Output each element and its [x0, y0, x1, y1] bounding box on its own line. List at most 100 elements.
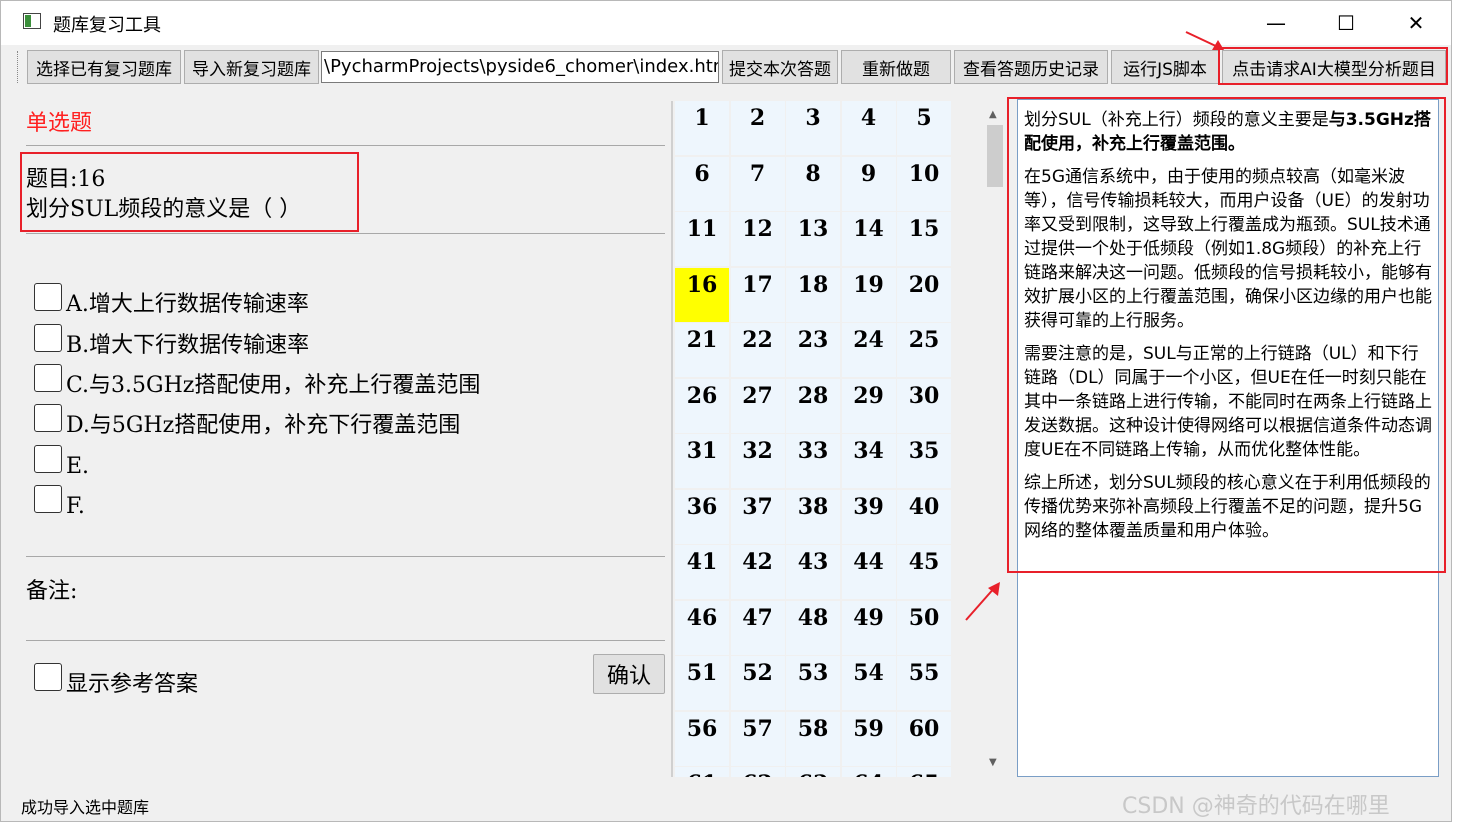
option-c[interactable]: C.与3.5GHz搭配使用，补充上行覆盖范围: [34, 358, 480, 398]
option-b[interactable]: B.增大下行数据传输速率: [34, 318, 309, 358]
option-f-checkbox[interactable]: [34, 485, 62, 513]
option-b-checkbox[interactable]: [34, 324, 62, 352]
question-cell-17[interactable]: 17: [730, 267, 785, 322]
option-f[interactable]: F.: [34, 479, 85, 519]
question-cell-47[interactable]: 47: [730, 600, 785, 655]
question-cell-26[interactable]: 26: [675, 378, 729, 433]
confirm-button[interactable]: 确认: [593, 654, 665, 694]
option-a-label: A.增大上行数据传输速率: [66, 292, 309, 317]
question-cell-54[interactable]: 54: [841, 656, 896, 710]
question-cell-22[interactable]: 22: [730, 323, 785, 377]
question-cell-46[interactable]: 46: [675, 600, 729, 655]
question-cell-34[interactable]: 34: [841, 434, 896, 488]
ai-analysis-textbox[interactable]: 划分SUL（补充上行）频段的意义主要是与3.5GHz搭配使用，补充上行覆盖范围。…: [1017, 99, 1439, 777]
option-e-checkbox[interactable]: [34, 445, 62, 473]
question-cell-48[interactable]: 48: [786, 600, 840, 655]
question-cell-4[interactable]: 4: [841, 101, 896, 155]
grid-scrollbar[interactable]: ▲ ▼: [985, 101, 1005, 777]
question-cell-16[interactable]: 16: [675, 267, 729, 322]
question-cell-50[interactable]: 50: [897, 600, 951, 655]
select-bank-button[interactable]: 选择已有复习题库: [27, 50, 181, 84]
question-cell-43[interactable]: 43: [786, 545, 840, 599]
question-cell-61[interactable]: 61: [675, 767, 729, 777]
question-cell-6[interactable]: 6: [675, 156, 729, 211]
option-a[interactable]: A.增大上行数据传输速率: [34, 277, 309, 317]
question-cell-37[interactable]: 37: [730, 489, 785, 544]
submit-answers-button[interactable]: 提交本次答题: [722, 50, 838, 84]
question-cell-39[interactable]: 39: [841, 489, 896, 544]
toolbar-grip[interactable]: [17, 51, 21, 83]
question-cell-32[interactable]: 32: [730, 434, 785, 488]
scrollbar-thumb[interactable]: [987, 125, 1003, 187]
question-cell-5[interactable]: 5: [897, 101, 951, 155]
ai-analyze-button[interactable]: 点击请求AI大模型分析题目: [1222, 50, 1446, 84]
question-cell-38[interactable]: 38: [786, 489, 840, 544]
option-a-checkbox[interactable]: [34, 283, 62, 311]
file-path-input[interactable]: \PycharmProjects\pyside6_chomer\index.ht…: [321, 51, 719, 83]
question-cell-65[interactable]: 65: [897, 767, 951, 777]
question-cell-53[interactable]: 53: [786, 656, 840, 710]
question-cell-15[interactable]: 15: [897, 212, 951, 266]
question-cell-51[interactable]: 51: [675, 656, 729, 710]
question-cell-42[interactable]: 42: [730, 545, 785, 599]
maximize-button[interactable]: ☐: [1311, 1, 1381, 45]
run-js-button[interactable]: 运行JS脚本: [1111, 50, 1219, 84]
option-d[interactable]: D.与5GHz搭配使用，补充下行覆盖范围: [34, 398, 460, 438]
show-answer-checkbox[interactable]: [34, 663, 62, 691]
import-bank-button[interactable]: 导入新复习题库: [184, 50, 319, 84]
question-cell-49[interactable]: 49: [841, 600, 896, 655]
question-cell-44[interactable]: 44: [841, 545, 896, 599]
question-cell-10[interactable]: 10: [897, 156, 951, 211]
option-d-checkbox[interactable]: [34, 404, 62, 432]
question-cell-28[interactable]: 28: [786, 378, 840, 433]
question-cell-13[interactable]: 13: [786, 212, 840, 266]
question-cell-33[interactable]: 33: [786, 434, 840, 488]
question-cell-12[interactable]: 12: [730, 212, 785, 266]
question-cell-31[interactable]: 31: [675, 434, 729, 488]
question-cell-7[interactable]: 7: [730, 156, 785, 211]
question-cell-21[interactable]: 21: [675, 323, 729, 377]
question-cell-19[interactable]: 19: [841, 267, 896, 322]
question-cell-36[interactable]: 36: [675, 489, 729, 544]
question-cell-8[interactable]: 8: [786, 156, 840, 211]
question-cell-29[interactable]: 29: [841, 378, 896, 433]
question-cell-60[interactable]: 60: [897, 711, 951, 766]
question-cell-18[interactable]: 18: [786, 267, 840, 322]
option-e[interactable]: E.: [34, 439, 89, 479]
question-cell-20[interactable]: 20: [897, 267, 951, 322]
question-cell-56[interactable]: 56: [675, 711, 729, 766]
minimize-button[interactable]: —: [1241, 1, 1311, 45]
question-cell-52[interactable]: 52: [730, 656, 785, 710]
question-cell-57[interactable]: 57: [730, 711, 785, 766]
app-window: 题库复习工具 — ☐ ✕ 选择已有复习题库 导入新复习题库 \PycharmPr…: [0, 0, 1452, 822]
question-cell-58[interactable]: 58: [786, 711, 840, 766]
redo-button[interactable]: 重新做题: [841, 50, 951, 84]
question-cell-35[interactable]: 35: [897, 434, 951, 488]
question-cell-55[interactable]: 55: [897, 656, 951, 710]
question-cell-3[interactable]: 3: [786, 101, 840, 155]
question-cell-59[interactable]: 59: [841, 711, 896, 766]
question-cell-27[interactable]: 27: [730, 378, 785, 433]
question-cell-23[interactable]: 23: [786, 323, 840, 377]
question-number: 题目:16: [26, 167, 106, 192]
scroll-down-icon[interactable]: ▼: [989, 757, 997, 768]
question-cell-45[interactable]: 45: [897, 545, 951, 599]
option-c-checkbox[interactable]: [34, 364, 62, 392]
close-button[interactable]: ✕: [1381, 1, 1451, 45]
history-button[interactable]: 查看答题历史记录: [954, 50, 1108, 84]
question-cell-64[interactable]: 64: [841, 767, 896, 777]
question-cell-24[interactable]: 24: [841, 323, 896, 377]
question-cell-30[interactable]: 30: [897, 378, 951, 433]
show-answer-toggle[interactable]: 显示参考答案: [34, 657, 198, 697]
question-cell-2[interactable]: 2: [730, 101, 785, 155]
question-cell-41[interactable]: 41: [675, 545, 729, 599]
question-cell-14[interactable]: 14: [841, 212, 896, 266]
question-cell-63[interactable]: 63: [786, 767, 840, 777]
question-cell-11[interactable]: 11: [675, 212, 729, 266]
question-cell-1[interactable]: 1: [675, 101, 729, 155]
question-cell-62[interactable]: 62: [730, 767, 785, 777]
question-cell-25[interactable]: 25: [897, 323, 951, 377]
question-cell-9[interactable]: 9: [841, 156, 896, 211]
scroll-up-icon[interactable]: ▲: [989, 109, 997, 120]
question-cell-40[interactable]: 40: [897, 489, 951, 544]
